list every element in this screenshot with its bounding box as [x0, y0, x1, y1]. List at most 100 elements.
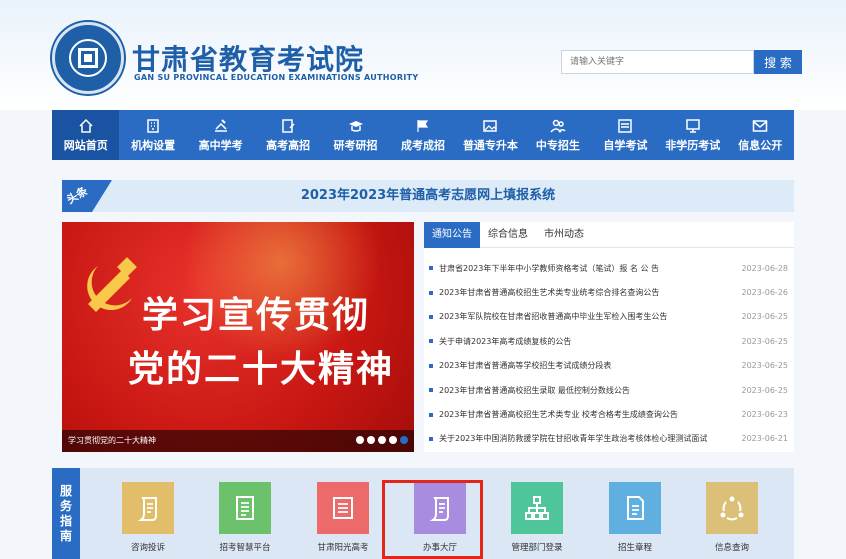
seal-center-icon	[69, 39, 107, 77]
nav-item-label: 非学历考试	[665, 138, 721, 152]
news-date: 2023-06-25	[741, 312, 789, 322]
slide-pagination	[356, 436, 408, 444]
news-item[interactable]: 2023年甘肃省普通高等学校招生考试成绩分段表 2023-06-25	[424, 354, 794, 378]
news-item[interactable]: 2023年甘肃省普通高校招生艺术类专业统考综合排名查询公告 2023-06-26	[424, 280, 794, 304]
service-item[interactable]: 招考智慧平台	[197, 482, 293, 553]
news-title[interactable]: 关于申请2023年高考成绩复核的公告	[439, 336, 738, 347]
service-item-label: 办事大厅	[422, 543, 457, 553]
nav-item[interactable]: 高中学考	[187, 110, 254, 160]
slide-dot[interactable]	[400, 436, 408, 444]
headline-banner[interactable]: 头条 2023年2023年普通高考志愿网上填报系统	[62, 180, 794, 212]
bullet-icon	[429, 339, 433, 344]
nav-item-label: 成考成招	[400, 138, 445, 152]
nav-item-label: 研考研招	[333, 138, 378, 152]
service-item[interactable]: 咨询投诉	[100, 482, 196, 553]
service-item-label: 招生章程	[617, 543, 652, 553]
news-date: 2023-06-25	[741, 385, 789, 395]
news-item[interactable]: 2023年军队院校在甘肃省招收普通高中毕业生军检入围考生公告 2023-06-25	[424, 305, 794, 329]
slide-caption: 学习贯彻党的二十大精神	[68, 436, 156, 445]
home-icon	[77, 118, 95, 134]
search-button[interactable]: 搜 索	[754, 50, 802, 74]
scroll-icon	[122, 482, 174, 534]
nav-item[interactable]: 非学历考试	[659, 110, 726, 160]
headline-link[interactable]: 2023年2023年普通高考志愿网上填报系统	[62, 180, 794, 212]
scroll-icon	[414, 482, 466, 534]
service-guide-label: 服务指南	[52, 468, 80, 559]
news-item[interactable]: 关于申请2023年高考成绩复核的公告 2023-06-25	[424, 329, 794, 353]
news-panel: 通知公告 综合信息 市州动态 甘肃省2023年下半年中小学教师资格考试（笔试）报 名…	[424, 222, 794, 452]
book-pen-icon	[212, 118, 230, 134]
institution-seal-logo[interactable]	[52, 22, 124, 94]
nav-item-label: 普通专升本	[462, 138, 518, 152]
news-tab[interactable]: 市州动态	[536, 222, 592, 248]
nav-item[interactable]: 信息公开	[727, 110, 794, 160]
service-item-label: 咨询投诉	[130, 543, 165, 553]
news-tab[interactable]: 通知公告	[424, 222, 480, 248]
news-list: 甘肃省2023年下半年中小学教师资格考试（笔试）报 名 公 告 2023-06-2…	[424, 256, 794, 451]
news-item[interactable]: 关于2023年中国消防救援学院在甘招收青年学生政治考核体检心理测试面试 2023-…	[424, 427, 794, 451]
nav-item-label: 自学考试	[603, 138, 648, 152]
news-title[interactable]: 2023年甘肃省普通高等学校招生考试成绩分段表	[439, 360, 738, 371]
slide-dot[interactable]	[367, 436, 375, 444]
nav-item[interactable]: 成考成招	[389, 110, 456, 160]
service-item[interactable]: 招生章程	[587, 482, 683, 553]
news-title[interactable]: 2023年甘肃省普通高校招生录取 最低控制分数线公告	[439, 385, 738, 396]
mail-icon	[751, 118, 769, 134]
service-item[interactable]: 管理部门登录	[489, 482, 585, 553]
nav-item[interactable]: 网站首页	[52, 110, 120, 160]
featured-slide[interactable]: 学习宣传贯彻 党的二十大精神 学习贯彻党的二十大精神	[62, 222, 414, 452]
service-item[interactable]: 甘肃阳光高考	[295, 482, 391, 553]
news-title[interactable]: 关于2023年中国消防救援学院在甘招收青年学生政治考核体检心理测试面试	[439, 433, 738, 444]
slide-dot[interactable]	[378, 436, 386, 444]
service-item[interactable]: 办事大厅	[392, 482, 488, 553]
nav-item[interactable]: 研考研招	[322, 110, 389, 160]
service-item[interactable]: 信息查询	[684, 482, 780, 553]
image-doc-icon	[481, 118, 499, 134]
news-title[interactable]: 2023年甘肃省普通高校招生艺术类专业统考综合排名查询公告	[439, 287, 738, 298]
service-item-label: 招考智慧平台	[219, 543, 271, 553]
edit-doc-icon	[279, 118, 297, 134]
list-doc-icon	[317, 482, 369, 534]
cycle-icon	[706, 482, 758, 534]
news-tab[interactable]: 综合信息	[480, 222, 536, 248]
nav-item-label: 高考高招	[266, 138, 311, 152]
monitor-icon	[684, 118, 702, 134]
nav-item[interactable]: 普通专升本	[457, 110, 524, 160]
news-date: 2023-06-23	[741, 410, 789, 420]
nav-item-label: 机构设置	[131, 138, 176, 152]
news-date: 2023-06-25	[741, 361, 789, 371]
service-item-label: 管理部门登录	[511, 543, 563, 553]
building-icon	[144, 118, 162, 134]
site-header: 甘肃省教育考试院 GAN SU PROVINCAL EDUCATION EXAM…	[0, 0, 846, 110]
flag-icon	[414, 118, 432, 134]
news-title[interactable]: 2023年军队院校在甘肃省招收普通高中毕业生军检入围考生公告	[439, 311, 738, 322]
service-guide: 服务指南 咨询投诉 招考智慧平台 甘肃阳光高考 办事大厅 管理部门登录 招生章程 信息查询	[52, 468, 794, 559]
news-item[interactable]: 2023年甘肃省普通高校招生艺术类专业 校考合格考生成绩查询公告 2023-06-…	[424, 402, 794, 426]
graduation-cap-icon	[347, 118, 365, 134]
party-emblem-icon	[87, 257, 137, 312]
nav-item-label: 高中学考	[198, 138, 243, 152]
slide-caption-bar: 学习贯彻党的二十大精神	[62, 430, 414, 452]
nav-item[interactable]: 机构设置	[119, 110, 186, 160]
bullet-icon	[429, 314, 433, 319]
site-title: 甘肃省教育考试院	[132, 43, 365, 76]
slide-dot[interactable]	[356, 436, 364, 444]
service-guide-char: 指	[59, 513, 72, 528]
bullet-icon	[429, 266, 433, 271]
nav-item[interactable]: 自学考试	[592, 110, 659, 160]
nav-item-label: 中专招生	[535, 138, 580, 152]
nav-item[interactable]: 中专招生	[524, 110, 591, 160]
news-item[interactable]: 2023年甘肃省普通高校招生录取 最低控制分数线公告 2023-06-25	[424, 378, 794, 402]
slide-dot[interactable]	[389, 436, 397, 444]
nav-item-label: 网站首页	[63, 138, 108, 152]
nav-item-label: 信息公开	[738, 138, 783, 152]
search-input[interactable]	[561, 50, 754, 74]
news-title[interactable]: 甘肃省2023年下半年中小学教师资格考试（笔试）报 名 公 告	[439, 263, 738, 274]
bullet-icon	[429, 412, 433, 417]
bullet-icon	[429, 363, 433, 368]
nav-item[interactable]: 高考高招	[254, 110, 321, 160]
service-item-label: 信息查询	[714, 543, 749, 553]
news-item[interactable]: 甘肃省2023年下半年中小学教师资格考试（笔试）报 名 公 告 2023-06-2…	[424, 256, 794, 280]
news-title[interactable]: 2023年甘肃省普通高校招生艺术类专业 校考合格考生成绩查询公告	[439, 409, 738, 420]
bullet-icon	[429, 388, 433, 393]
